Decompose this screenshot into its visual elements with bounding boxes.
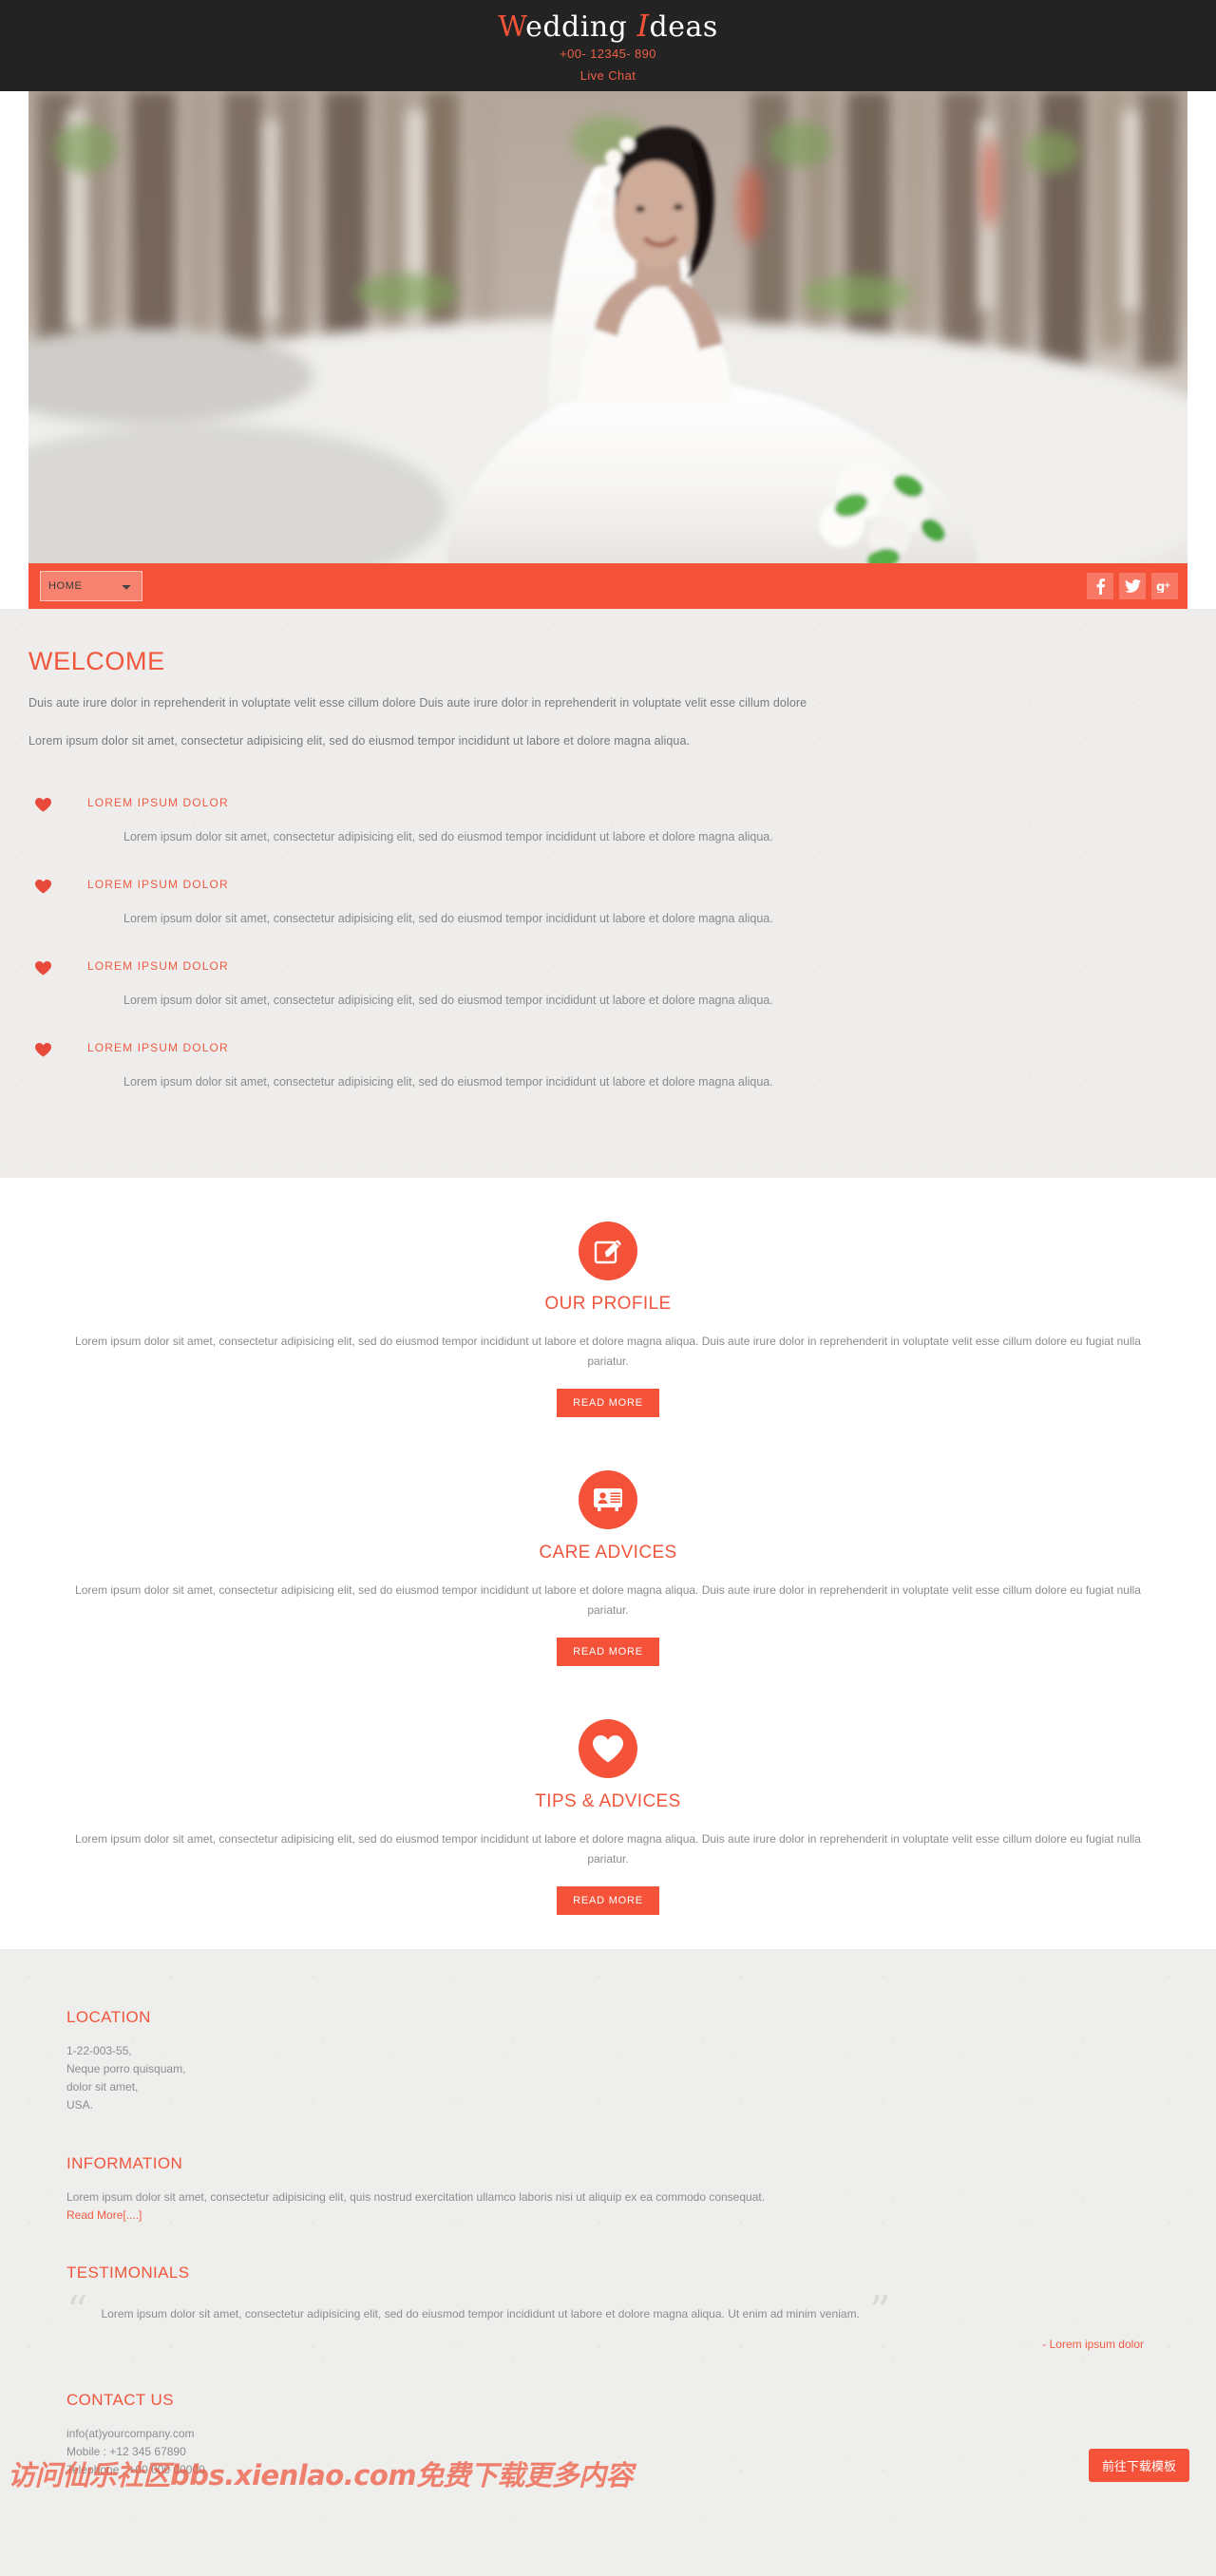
- social-links: g +: [1087, 573, 1178, 599]
- information-title: INFORMATION: [66, 2154, 183, 2172]
- download-template-button[interactable]: 前往下载模板: [1088, 2449, 1189, 2482]
- testimonial-author: - Lorem ipsum dolor: [1042, 2338, 1144, 2351]
- location-line-1: 1-22-003-55,: [66, 2044, 132, 2057]
- location-title: LOCATION: [66, 2008, 151, 2026]
- feature-text: Lorem ipsum dolor sit amet, consectetur …: [124, 912, 773, 925]
- hero-section: [28, 91, 1188, 563]
- contact-mobile: Mobile : +12 345 67890: [66, 2445, 186, 2458]
- twitter-icon[interactable]: [1119, 573, 1146, 599]
- feature-list: LOREM IPSUM DOLOR Lorem ipsum dolor sit …: [28, 796, 1188, 1157]
- welcome-title: WELCOME: [28, 647, 165, 675]
- feature-title: LOREM IPSUM DOLOR: [87, 796, 229, 809]
- quote-open-icon: “: [66, 2287, 88, 2336]
- site-header: Wedding Ideas +00- 12345- 890 Live Chat: [0, 0, 1216, 91]
- service-title: OUR PROFILE: [544, 1294, 672, 1314]
- site-logo[interactable]: Wedding Ideas: [0, 9, 1216, 44]
- footer-testimonials-block: TESTIMONIALS “ Lorem ipsum dolor sit ame…: [66, 2263, 1150, 2351]
- footer-information-block: INFORMATION Lorem ipsum dolor sit amet, …: [66, 2154, 1150, 2224]
- nav-menu-select[interactable]: HOME: [40, 571, 142, 601]
- read-more-button[interactable]: READ MORE: [557, 1389, 659, 1417]
- list-item: LOREM IPSUM DOLOR Lorem ipsum dolor sit …: [28, 878, 1188, 927]
- read-more-button[interactable]: READ MORE: [557, 1638, 659, 1666]
- feature-text: Lorem ipsum dolor sit amet, consectetur …: [124, 994, 773, 1007]
- contact-card-icon[interactable]: [579, 1470, 637, 1529]
- read-more-button[interactable]: READ MORE: [557, 1886, 659, 1915]
- service-title: CARE ADVICES: [539, 1543, 677, 1563]
- feature-title: LOREM IPSUM DOLOR: [87, 878, 229, 891]
- feature-title: LOREM IPSUM DOLOR: [87, 1041, 229, 1054]
- heart-icon[interactable]: [579, 1719, 637, 1778]
- feature-text: Lorem ipsum dolor sit amet, consectetur …: [124, 1075, 773, 1089]
- service-description: Lorem ipsum dolor sit amet, consectetur …: [75, 1335, 1141, 1368]
- service-card-care-advices: CARE ADVICES Lorem ipsum dolor sit amet,…: [0, 1470, 1216, 1666]
- contact-telephone: Telephone : +00 000 00000: [66, 2463, 205, 2476]
- contact-email[interactable]: info(at)yourcompany.com: [66, 2425, 1150, 2443]
- heart-icon: [28, 1041, 57, 1062]
- testimonials-title: TESTIMONIALS: [66, 2263, 190, 2282]
- main-navigation-bar: HOME g +: [28, 563, 1188, 609]
- facebook-icon[interactable]: [1087, 573, 1113, 599]
- heart-icon: [28, 796, 57, 817]
- welcome-paragraph-1: Duis aute irure dolor in reprehenderit i…: [28, 696, 808, 710]
- feature-title: LOREM IPSUM DOLOR: [87, 959, 229, 973]
- logo-letter-i: I: [636, 8, 650, 44]
- googleplus-icon[interactable]: g +: [1151, 573, 1178, 599]
- footer-section: LOCATION 1-22-003-55, Neque porro quisqu…: [0, 1949, 1216, 2576]
- service-description: Lorem ipsum dolor sit amet, consectetur …: [75, 1583, 1141, 1617]
- testimonial-quote: Lorem ipsum dolor sit amet, consectetur …: [101, 2307, 860, 2320]
- service-card-our-profile: OUR PROFILE Lorem ipsum dolor sit amet, …: [0, 1222, 1216, 1417]
- list-item: LOREM IPSUM DOLOR Lorem ipsum dolor sit …: [28, 959, 1188, 1009]
- scallop-divider: [0, 1157, 1216, 1178]
- services-section: OUR PROFILE Lorem ipsum dolor sit amet, …: [0, 1178, 1216, 1970]
- service-title: TIPS & ADVICES: [535, 1791, 681, 1811]
- edit-pencil-icon[interactable]: [579, 1222, 637, 1280]
- hero-image: [28, 91, 1188, 563]
- heart-icon: [28, 878, 57, 899]
- location-line-3: dolor sit amet,: [66, 2080, 139, 2093]
- location-line-4: USA.: [66, 2098, 94, 2112]
- welcome-section: WELCOME Duis aute irure dolor in reprehe…: [0, 609, 1216, 1178]
- logo-letter-w: W: [498, 10, 526, 44]
- contact-title: CONTACT US: [66, 2391, 174, 2409]
- footer-contact-block: CONTACT US info(at)yourcompany.com Mobil…: [66, 2391, 1150, 2479]
- logo-text-deas: deas: [649, 10, 718, 44]
- live-chat-link[interactable]: Live Chat: [0, 68, 1216, 83]
- service-card-tips-advices: TIPS & ADVICES Lorem ipsum dolor sit ame…: [0, 1719, 1216, 1915]
- information-text: Lorem ipsum dolor sit amet, consectetur …: [66, 2190, 766, 2204]
- welcome-paragraph-2: Lorem ipsum dolor sit amet, consectetur …: [28, 734, 691, 748]
- heart-icon: [28, 959, 57, 980]
- location-line-2: Neque porro quisquam,: [66, 2062, 186, 2075]
- svg-text:+: +: [1164, 581, 1171, 591]
- information-read-more-link[interactable]: Read More[....]: [66, 2208, 142, 2222]
- list-item: LOREM IPSUM DOLOR Lorem ipsum dolor sit …: [28, 1041, 1188, 1090]
- feature-text: Lorem ipsum dolor sit amet, consectetur …: [124, 830, 773, 843]
- footer-location-block: LOCATION 1-22-003-55, Neque porro quisqu…: [66, 2008, 1150, 2114]
- footer-scallop-divider: [0, 1949, 1216, 1970]
- list-item: LOREM IPSUM DOLOR Lorem ipsum dolor sit …: [28, 796, 1188, 845]
- header-phone-number: +00- 12345- 890: [560, 47, 656, 61]
- quote-close-icon: ”: [868, 2287, 891, 2336]
- service-description: Lorem ipsum dolor sit amet, consectetur …: [75, 1832, 1141, 1866]
- logo-text-edding: edding: [525, 10, 637, 44]
